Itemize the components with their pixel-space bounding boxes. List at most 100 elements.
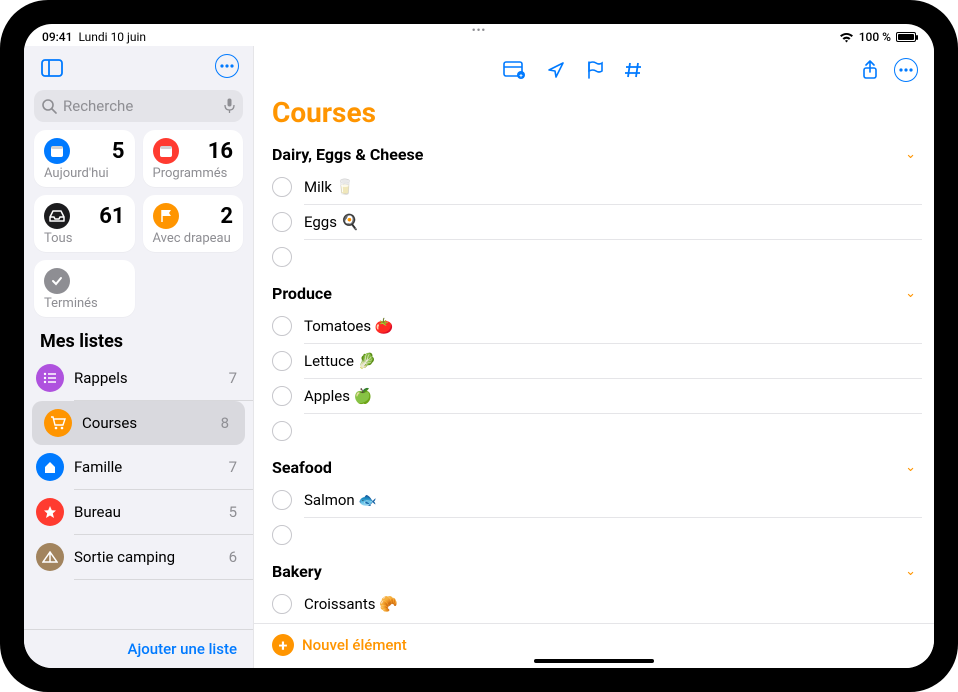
section-title: Produce [272, 284, 332, 303]
chevron-down-icon[interactable]: ⌄ [905, 564, 916, 579]
smart-card-aujourd-hui[interactable]: 5 Aujourd'hui [34, 130, 135, 187]
item-text[interactable]: Salmon 🐟 [304, 491, 922, 509]
hashtag-icon[interactable] [625, 61, 643, 79]
smart-card-avec-drapeau[interactable]: 2 Avec drapeau [143, 195, 244, 252]
search-icon [42, 99, 57, 114]
status-time: 09:41 [42, 30, 72, 44]
smart-count: 5 [112, 139, 125, 164]
checkbox[interactable] [272, 351, 292, 371]
main-more-button[interactable] [894, 58, 918, 82]
sidebar-list-famille[interactable]: Famille 7 [24, 445, 253, 489]
tent-icon [36, 543, 64, 571]
list-name: Courses [82, 414, 211, 432]
reminder-item[interactable]: Lettuce 🥬 [272, 344, 922, 378]
add-list-button[interactable]: Ajouter une liste [24, 629, 253, 668]
smart-card-programm-s[interactable]: 16 Programmés [143, 130, 244, 187]
list-name: Sortie camping [74, 548, 219, 566]
reminder-item[interactable] [272, 518, 922, 552]
list-count: 7 [229, 369, 237, 387]
multitask-dots-icon[interactable]: ••• [472, 24, 487, 37]
section-produce: Produce ⌄ Tomatoes 🍅 Lettuce 🥬 Apples 🍏 [272, 278, 922, 448]
list-count: 6 [229, 548, 237, 566]
item-text[interactable]: Eggs 🍳 [304, 213, 922, 231]
sidebar-list-bureau[interactable]: Bureau 5 [24, 490, 253, 534]
new-item-label: Nouvel élément [302, 636, 407, 654]
reminder-item[interactable]: Croissants 🥐 [272, 587, 922, 621]
reminder-item[interactable]: Tomatoes 🍅 [272, 309, 922, 343]
sidebar: Recherche 5 Aujourd'hui 16 Programmés 61… [24, 46, 254, 668]
my-lists-header: Mes listes [24, 325, 253, 356]
flag-icon[interactable] [587, 61, 603, 79]
reminder-item[interactable] [272, 240, 922, 274]
check-icon [44, 268, 70, 294]
sidebar-list-sortie-camping[interactable]: Sortie camping 6 [24, 535, 253, 579]
wifi-icon [839, 32, 854, 43]
tray-icon [44, 203, 70, 229]
checkbox[interactable] [272, 177, 292, 197]
location-icon[interactable] [547, 61, 565, 79]
checkbox[interactable] [272, 212, 292, 232]
smart-card-termin-s[interactable]: Terminés [34, 260, 135, 317]
page-title: Courses [254, 88, 934, 139]
section-dairy-eggs-cheese: Dairy, Eggs & Cheese ⌄ Milk 🥛 Eggs 🍳 [272, 139, 922, 274]
calendar-icon [153, 138, 179, 164]
item-text[interactable]: Croissants 🥐 [304, 595, 922, 613]
checkbox[interactable] [272, 247, 292, 267]
star-icon [36, 498, 64, 526]
list-count: 7 [229, 458, 237, 476]
battery-percent: 100 % [859, 30, 891, 44]
chevron-down-icon[interactable]: ⌄ [905, 286, 916, 301]
reminder-item[interactable]: Salmon 🐟 [272, 483, 922, 517]
mic-icon[interactable] [224, 98, 235, 114]
smart-count: 16 [208, 139, 233, 164]
section-title: Dairy, Eggs & Cheese [272, 145, 423, 164]
list-icon [36, 364, 64, 392]
search-input[interactable]: Recherche [34, 90, 243, 122]
reminder-item[interactable]: Apples 🍏 [272, 379, 922, 413]
status-date: Lundi 10 juin [78, 30, 146, 44]
search-placeholder: Recherche [63, 97, 133, 115]
flag-icon [153, 203, 179, 229]
sidebar-list-rappels[interactable]: Rappels 7 [24, 356, 253, 400]
sidebar-list-courses[interactable]: Courses 8 [32, 401, 245, 445]
chevron-down-icon[interactable]: ⌄ [905, 147, 916, 162]
status-bar: 09:41 Lundi 10 juin ••• 100 % [24, 24, 934, 46]
smart-label: Tous [44, 231, 125, 246]
chevron-down-icon[interactable]: ⌄ [905, 460, 916, 475]
checkbox[interactable] [272, 594, 292, 614]
section-title: Bakery [272, 562, 322, 581]
reminder-item[interactable]: Eggs 🍳 [272, 205, 922, 239]
section-seafood: Seafood ⌄ Salmon 🐟 [272, 452, 922, 552]
smart-count: 61 [99, 204, 124, 229]
smart-label: Aujourd'hui [44, 166, 125, 181]
list-name: Bureau [74, 503, 219, 521]
section-bakery: Bakery ⌄ Croissants 🥐 [272, 556, 922, 621]
item-text[interactable]: Lettuce 🥬 [304, 352, 922, 370]
sidebar-toggle-button[interactable] [38, 54, 66, 82]
home-indicator[interactable] [534, 659, 654, 663]
list-name: Rappels [74, 369, 219, 387]
item-text[interactable]: Apples 🍏 [304, 387, 922, 405]
list-count: 5 [229, 503, 237, 521]
smart-label: Terminés [44, 296, 125, 311]
share-icon[interactable] [862, 60, 878, 80]
checkbox[interactable] [272, 490, 292, 510]
smart-card-tous[interactable]: 61 Tous [34, 195, 135, 252]
checkbox[interactable] [272, 525, 292, 545]
house-icon [36, 453, 64, 481]
section-title: Seafood [272, 458, 332, 477]
plus-icon: + [272, 634, 294, 656]
checkbox[interactable] [272, 316, 292, 336]
main-content: + [254, 46, 934, 668]
reminder-item[interactable]: Milk 🥛 [272, 170, 922, 204]
item-text[interactable]: Milk 🥛 [304, 178, 922, 196]
item-text[interactable]: Tomatoes 🍅 [304, 317, 922, 335]
sidebar-more-button[interactable] [215, 54, 239, 78]
reminder-item[interactable] [272, 414, 922, 448]
cart-icon [44, 409, 72, 437]
smart-count: 2 [220, 204, 233, 229]
smart-label: Avec drapeau [153, 231, 234, 246]
template-icon[interactable]: + [503, 61, 525, 79]
checkbox[interactable] [272, 386, 292, 406]
checkbox[interactable] [272, 421, 292, 441]
